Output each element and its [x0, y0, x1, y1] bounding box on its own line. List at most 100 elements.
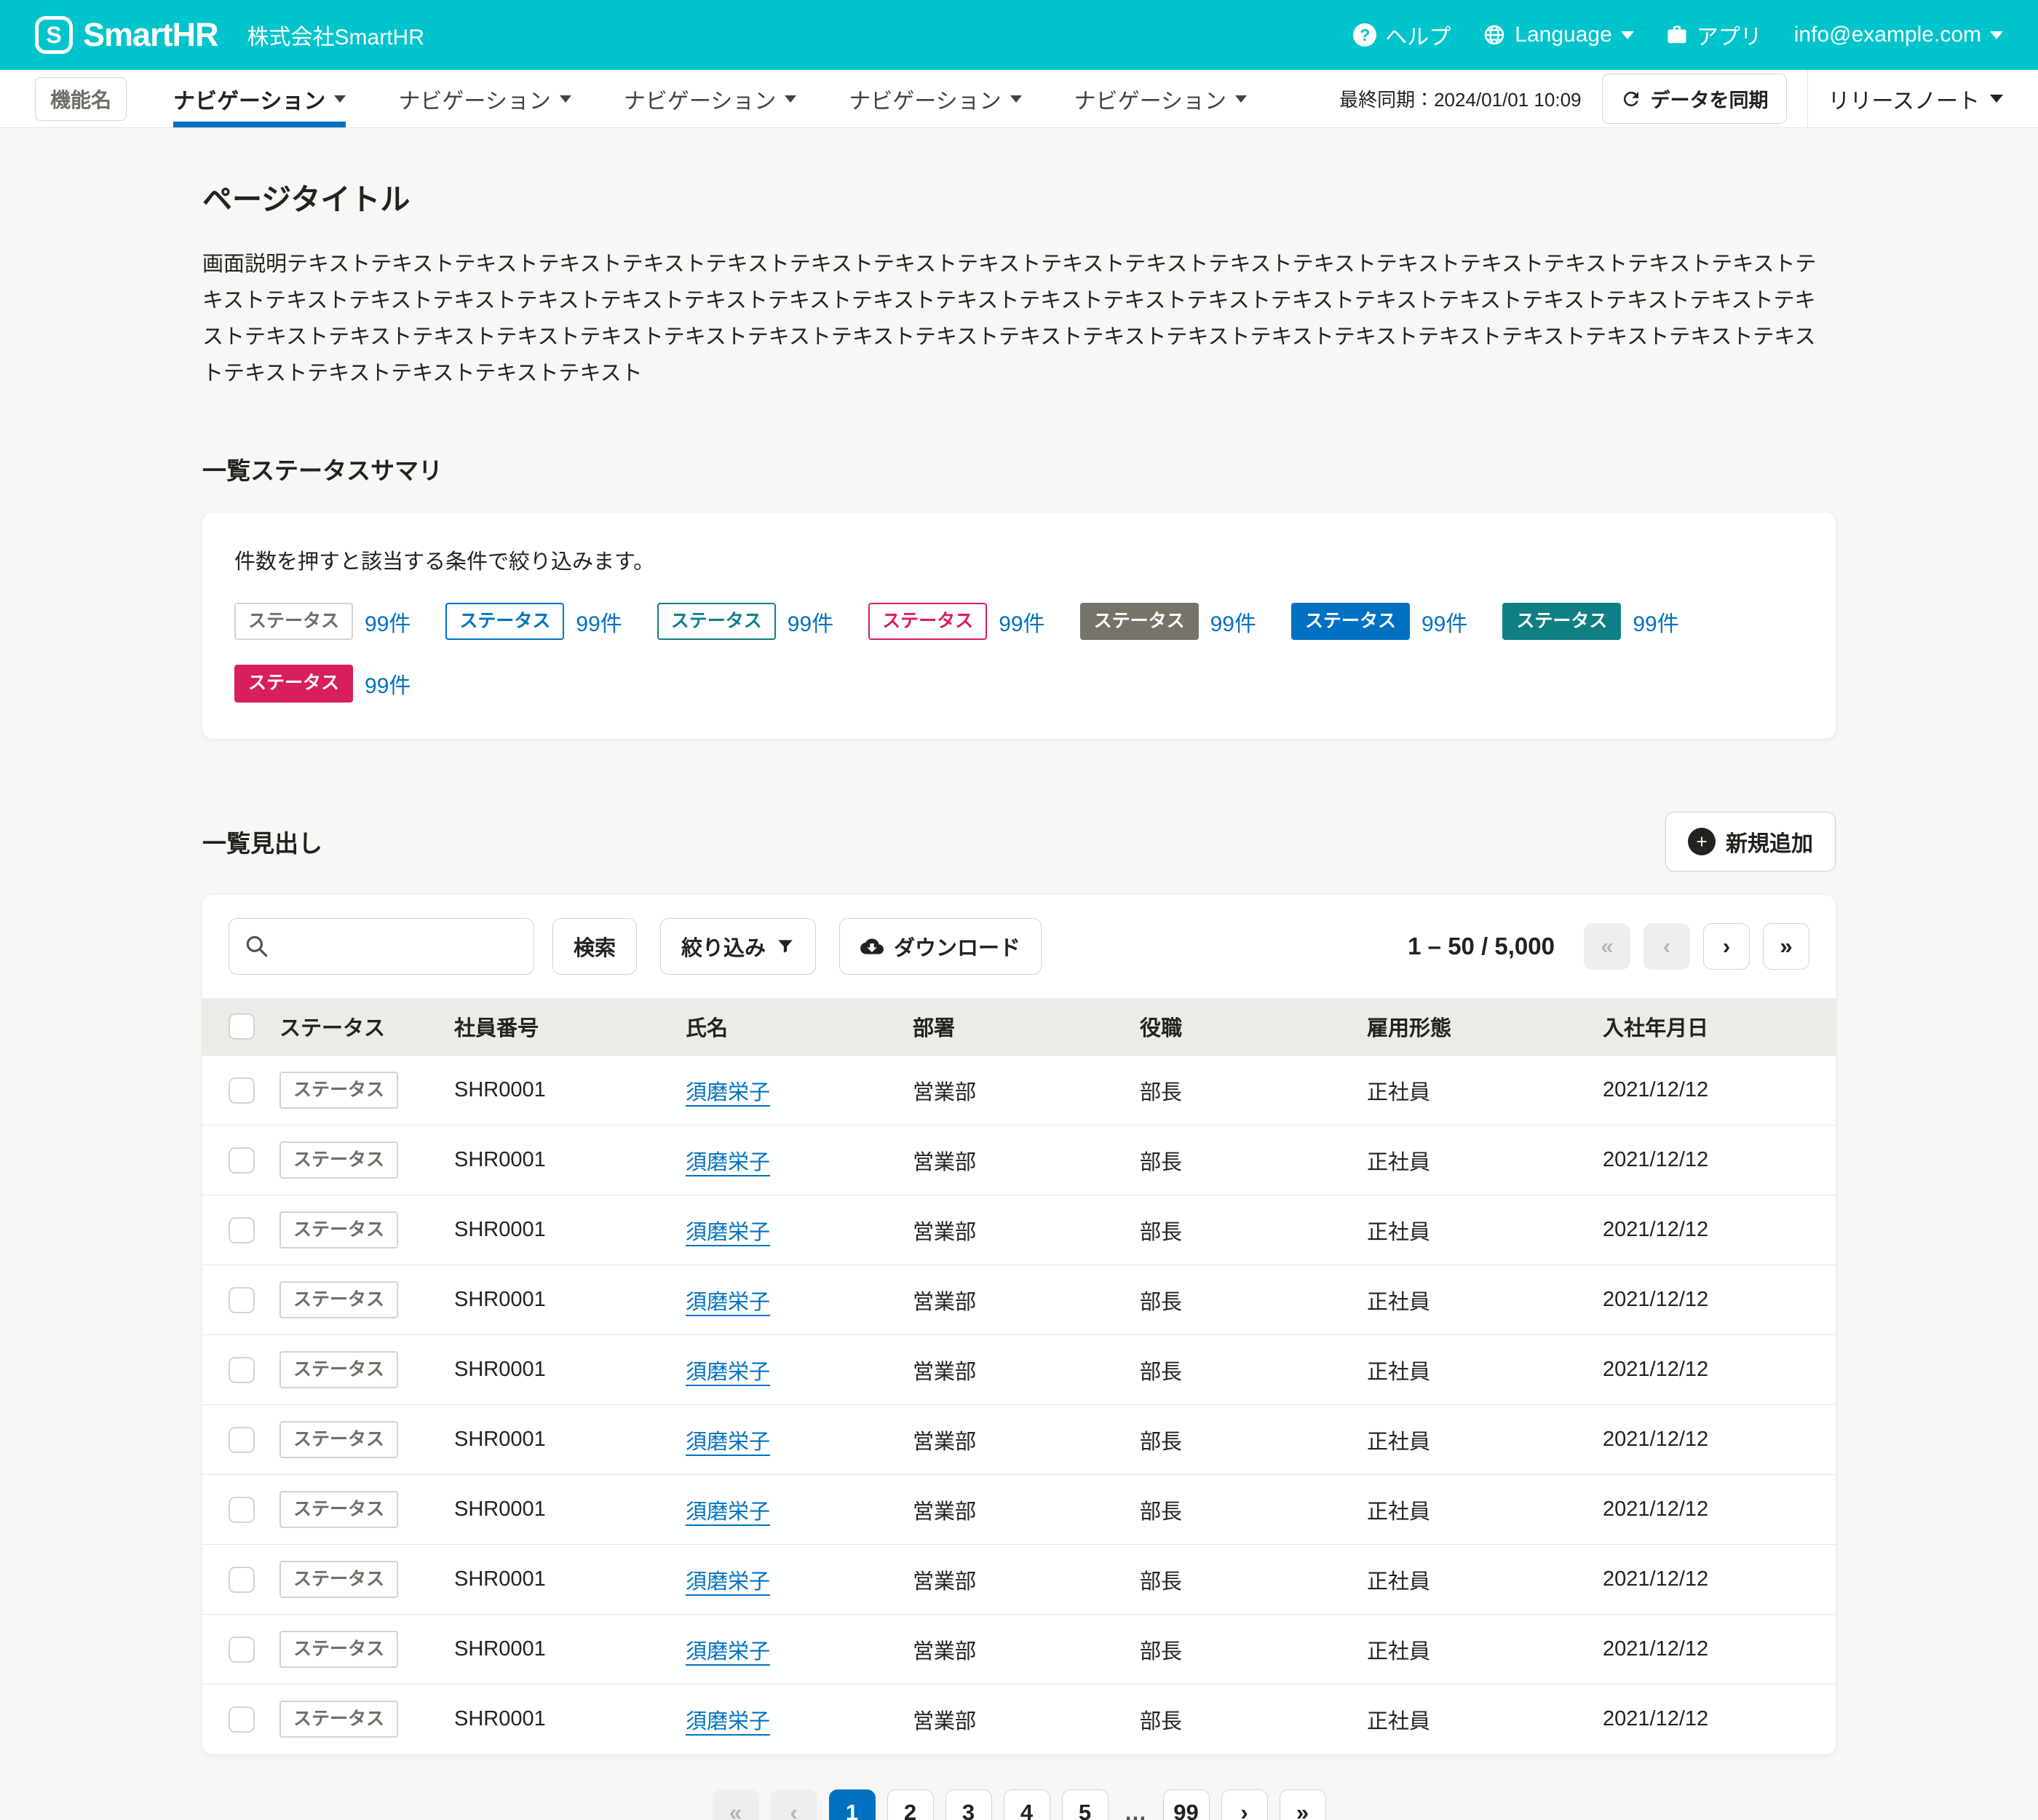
page-button[interactable]: 3 [945, 1789, 992, 1820]
employee-name-link[interactable]: 須磨栄子 [686, 1291, 770, 1314]
employee-name-link[interactable]: 須磨栄子 [686, 1361, 770, 1384]
employment-cell: 正社員 [1360, 1615, 1595, 1685]
row-checkbox[interactable] [229, 1357, 255, 1383]
employee-name-link[interactable]: 須磨栄子 [686, 1640, 770, 1663]
row-checkbox[interactable] [229, 1497, 255, 1523]
search-button[interactable]: 検索 [552, 918, 637, 975]
apps-menu[interactable]: アプリ [1666, 19, 1762, 51]
smarthr-logo[interactable]: S SmartHR [35, 16, 218, 54]
page-button[interactable]: 2 [887, 1789, 934, 1820]
table-row: ステータス SHR0001 須磨栄子 営業部 部長 正社員 2021/12/12 [202, 1685, 1836, 1754]
table-row: ステータス SHR0001 須磨栄子 営業部 部長 正社員 2021/12/12 [202, 1405, 1836, 1475]
search-button-label: 検索 [574, 931, 616, 962]
table-row: ステータス SHR0001 須磨栄子 営業部 部長 正社員 2021/12/12 [202, 1615, 1836, 1685]
download-button-label: ダウンロード [894, 931, 1020, 962]
employee-name-link[interactable]: 須磨栄子 [686, 1500, 770, 1524]
last-page-button[interactable]: » [1763, 923, 1809, 970]
status-filter-item: ステータス 99件 [657, 603, 833, 640]
status-count-link[interactable]: 99件 [788, 606, 833, 638]
column-header: 雇用形態 [1360, 998, 1595, 1056]
status-count-link[interactable]: 99件 [1210, 606, 1256, 638]
filter-button-label: 絞り込み [681, 931, 766, 962]
account-menu[interactable]: info@example.com [1794, 23, 2003, 47]
row-checkbox[interactable] [229, 1427, 255, 1453]
chevron-down-icon [1010, 95, 1022, 103]
row-checkbox[interactable] [229, 1077, 255, 1104]
nav-tab-label: ナビゲーション [849, 83, 1001, 115]
employee-name-link[interactable]: 須磨栄子 [686, 1221, 770, 1244]
page-button[interactable]: 1 [829, 1789, 876, 1820]
release-notes-menu[interactable]: リリースノート [1828, 83, 2004, 115]
select-all-checkbox[interactable] [229, 1013, 255, 1040]
joined-date-cell: 2021/12/12 [1595, 1265, 1836, 1335]
nav-tab[interactable]: ナビゲーション [1074, 70, 1247, 127]
sync-data-button[interactable]: データを同期 [1602, 74, 1787, 124]
employee-name-link[interactable]: 須磨栄子 [686, 1570, 770, 1594]
nav-tab[interactable]: ナビゲーション [398, 70, 571, 127]
language-menu[interactable]: Language [1483, 23, 1633, 47]
last-page-button[interactable]: » [1280, 1789, 1326, 1820]
account-email: info@example.com [1794, 23, 1981, 47]
search-input[interactable] [229, 918, 534, 975]
page-button[interactable]: 4 [1004, 1789, 1050, 1820]
row-checkbox[interactable] [229, 1706, 255, 1733]
row-checkbox[interactable] [229, 1567, 255, 1593]
role-cell: 部長 [1133, 1615, 1360, 1685]
add-new-button[interactable]: 新規追加 [1665, 812, 1836, 871]
employee-code-cell: SHR0001 [447, 1125, 678, 1195]
employee-name-link[interactable]: 須磨栄子 [686, 1710, 770, 1733]
employee-code-cell: SHR0001 [447, 1685, 678, 1754]
employment-cell: 正社員 [1360, 1335, 1595, 1405]
page-button[interactable]: 5 [1062, 1789, 1109, 1820]
status-count-link[interactable]: 99件 [576, 606, 622, 638]
joined-date-cell: 2021/12/12 [1595, 1195, 1836, 1265]
nav-tab-label: ナビゲーション [1074, 83, 1226, 115]
table-row: ステータス SHR0001 須磨栄子 営業部 部長 正社員 2021/12/12 [202, 1056, 1836, 1125]
employee-name-link[interactable]: 須磨栄子 [686, 1081, 770, 1104]
status-badge: ステータス [445, 603, 564, 640]
pagination-ellipsis: … [1120, 1800, 1151, 1820]
status-count-link[interactable]: 99件 [999, 606, 1044, 638]
employment-cell: 正社員 [1360, 1195, 1595, 1265]
department-cell: 営業部 [905, 1125, 1133, 1195]
status-count-link[interactable]: 99件 [1422, 606, 1467, 638]
download-button[interactable]: ダウンロード [839, 918, 1042, 975]
row-checkbox[interactable] [229, 1217, 255, 1243]
status-badge-list: ステータス 99件 ステータス 99件 ステータス 99件 ステータス 99件 … [234, 603, 1804, 703]
next-page-button[interactable]: › [1221, 1789, 1268, 1820]
first-page-button: « [713, 1789, 759, 1820]
row-checkbox[interactable] [229, 1287, 255, 1313]
employee-name-link[interactable]: 須磨栄子 [686, 1431, 770, 1454]
nav-tab[interactable]: ナビゲーション [624, 70, 796, 127]
apps-briefcase-icon [1666, 24, 1688, 46]
row-checkbox[interactable] [229, 1637, 255, 1663]
employee-code-cell: SHR0001 [447, 1545, 678, 1615]
employee-code-cell: SHR0001 [447, 1615, 678, 1685]
status-count-link[interactable]: 99件 [365, 606, 411, 638]
nav-tab[interactable]: ナビゲーション [173, 70, 346, 127]
chevron-down-icon [1235, 95, 1247, 103]
table-row: ステータス SHR0001 須磨栄子 営業部 部長 正社員 2021/12/12 [202, 1195, 1836, 1265]
department-cell: 営業部 [905, 1195, 1133, 1265]
column-header: 役職 [1133, 998, 1360, 1056]
row-checkbox[interactable] [229, 1147, 255, 1174]
role-cell: 部長 [1133, 1685, 1360, 1754]
joined-date-cell: 2021/12/12 [1595, 1545, 1836, 1615]
filter-button[interactable]: 絞り込み [660, 918, 816, 975]
joined-date-cell: 2021/12/12 [1595, 1125, 1836, 1195]
status-count-link[interactable]: 99件 [1633, 606, 1678, 638]
result-range-label: 1 – 50 / 5,000 [1408, 933, 1555, 960]
chevron-down-icon [785, 95, 796, 103]
page-button[interactable]: 99 [1163, 1789, 1210, 1820]
nav-tab[interactable]: ナビゲーション [849, 70, 1021, 127]
prev-page-button: ‹ [1644, 923, 1690, 970]
next-page-button[interactable]: › [1703, 923, 1750, 970]
status-filter-item: ステータス 99件 [234, 603, 411, 640]
first-page-button: « [1584, 923, 1630, 970]
help-link[interactable]: ? ヘルプ [1353, 19, 1451, 51]
status-filter-item: ステータス 99件 [1502, 603, 1678, 640]
employee-name-link[interactable]: 須磨栄子 [686, 1151, 770, 1174]
column-header: 入社年月日 [1595, 998, 1836, 1056]
status-count-link[interactable]: 99件 [365, 668, 411, 700]
nav-tab-label: ナビゲーション [398, 83, 550, 115]
